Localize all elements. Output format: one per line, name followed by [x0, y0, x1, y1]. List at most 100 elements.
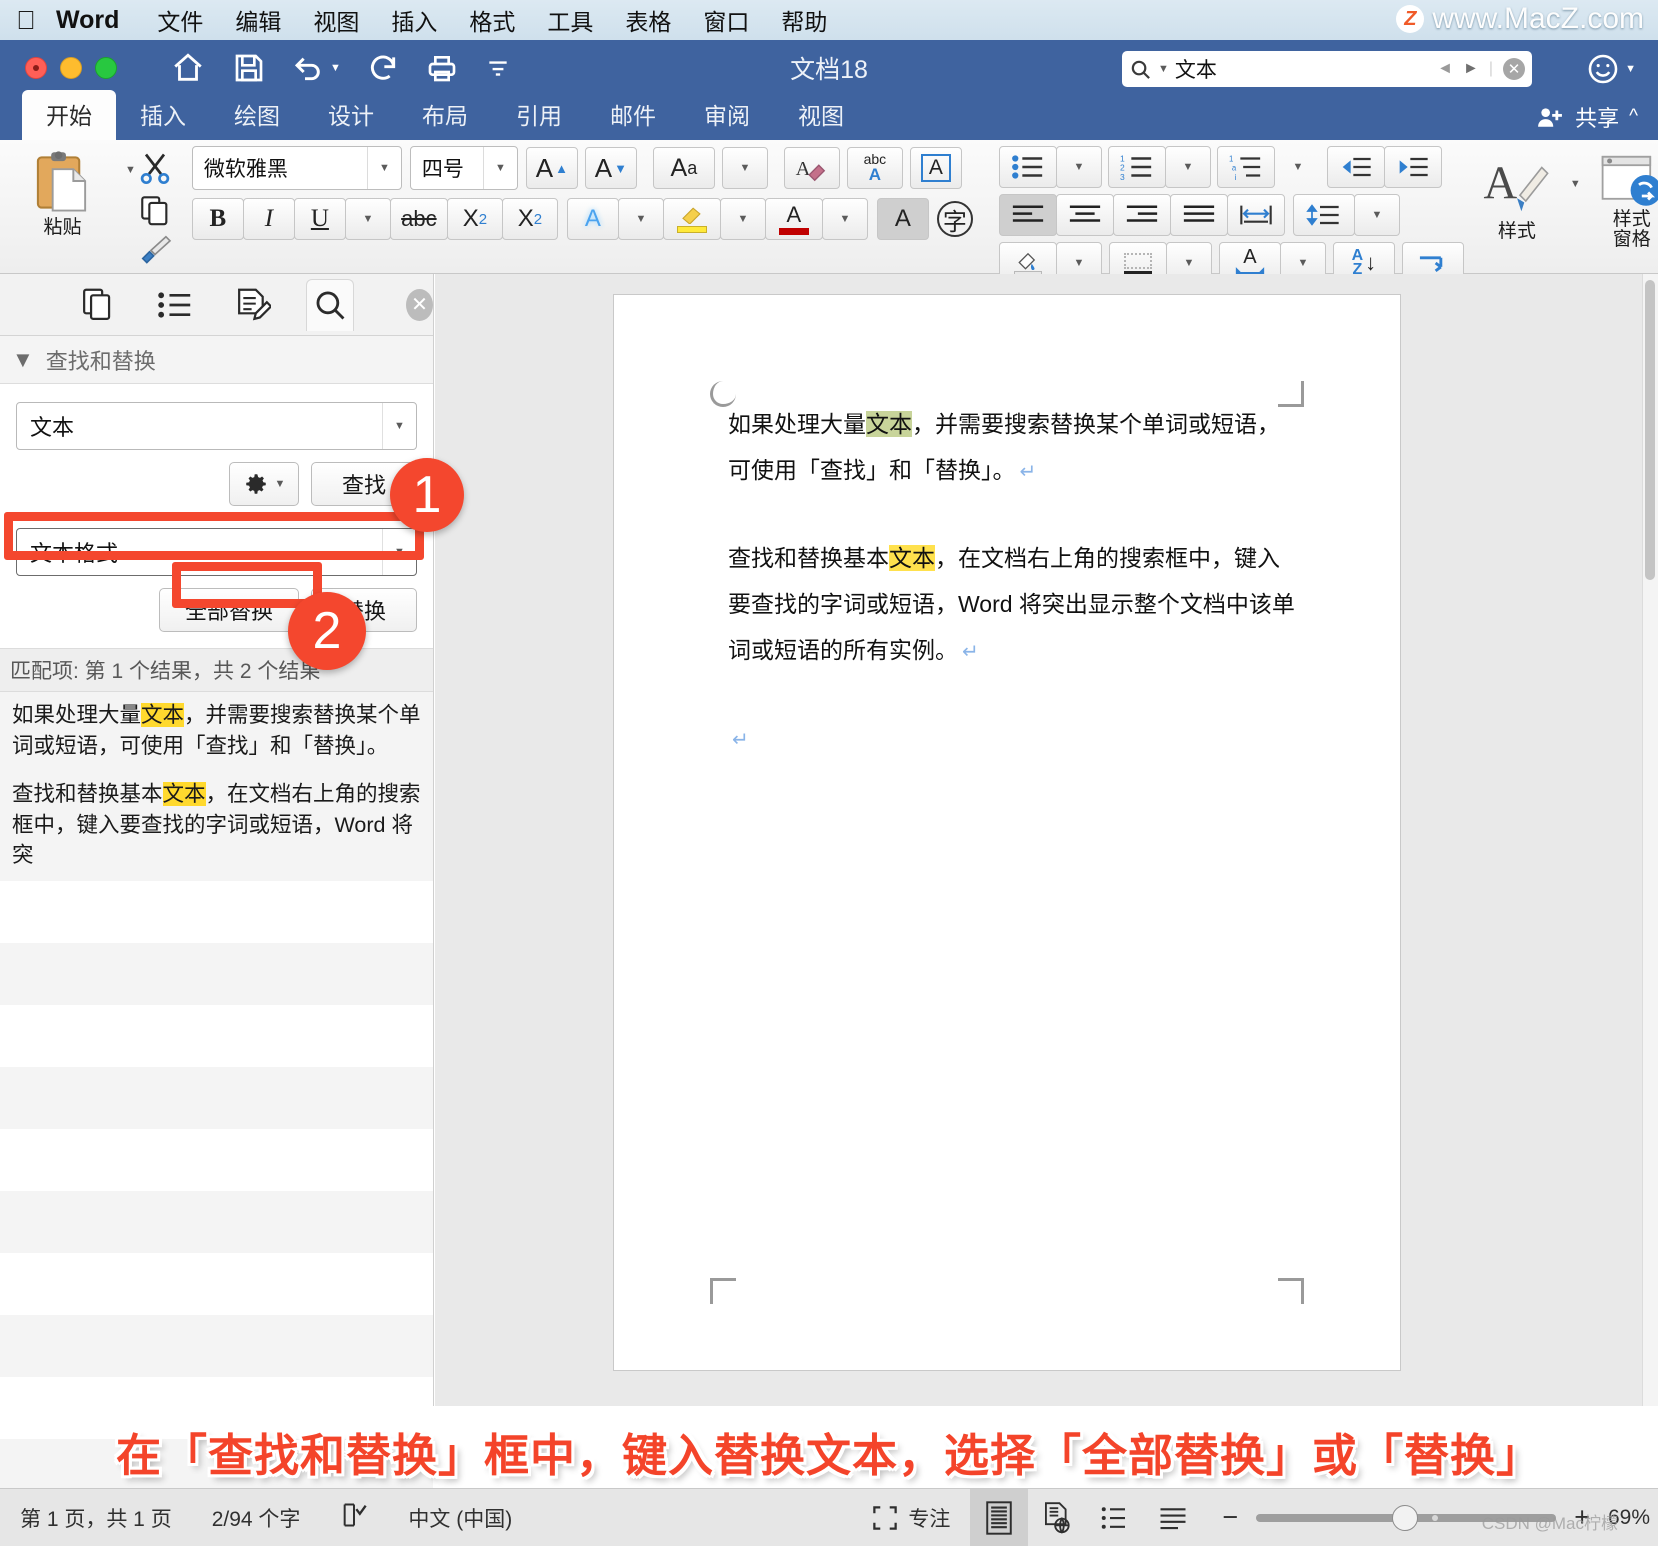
- find-settings-button[interactable]: ▼: [229, 462, 299, 506]
- italic-button[interactable]: I: [242, 198, 295, 240]
- search-next-icon[interactable]: ►: [1463, 60, 1479, 78]
- document-text-body[interactable]: 如果处理大量文本，并需要搜索替换某个单词或短语，可使用「查找」和「替换」。 ↵ 查…: [728, 401, 1296, 803]
- view-web-layout-button[interactable]: [1028, 1489, 1086, 1546]
- ribbon-tab-references[interactable]: 引用: [492, 90, 586, 140]
- ribbon-tab-insert[interactable]: 插入: [116, 90, 210, 140]
- font-family-chevron-icon[interactable]: ▼: [379, 162, 390, 174]
- change-case-button[interactable]: Aa: [652, 147, 715, 189]
- feedback-smiley-button[interactable]: ▼: [1586, 52, 1636, 86]
- align-center-button[interactable]: [1055, 194, 1114, 236]
- scrollbar-thumb[interactable]: [1645, 280, 1655, 580]
- shrink-font-button[interactable]: A ▼: [584, 147, 637, 189]
- menu-item-view[interactable]: 视图: [297, 3, 375, 37]
- redo-icon[interactable]: [367, 52, 399, 84]
- sidebar-tab-search[interactable]: [306, 278, 354, 331]
- change-case-chevron-icon[interactable]: ▼: [721, 147, 768, 189]
- focus-mode-button[interactable]: 专注: [852, 1503, 970, 1533]
- more-options-icon[interactable]: [485, 55, 511, 81]
- apple-logo-icon[interactable]: : [0, 7, 52, 33]
- line-spacing-button[interactable]: [1292, 194, 1355, 236]
- ribbon-tab-design[interactable]: 设计: [304, 90, 398, 140]
- find-input[interactable]: 文本 ▼: [16, 402, 417, 450]
- bullet-chevron-icon[interactable]: ▼: [1055, 146, 1102, 188]
- find-history-chevron-icon[interactable]: ▼: [394, 420, 405, 432]
- menu-item-insert[interactable]: 插入: [375, 3, 453, 37]
- bullet-list-button[interactable]: [998, 146, 1057, 188]
- document-paragraph-3[interactable]: ↵: [728, 715, 1296, 761]
- document-canvas[interactable]: 如果处理大量文本，并需要搜索替换某个单词或短语，可使用「查找」和「替换」。 ↵ 查…: [435, 274, 1658, 1406]
- close-window-button[interactable]: [25, 57, 47, 79]
- find-settings-chevron-icon[interactable]: ▼: [275, 478, 286, 490]
- search-scope-chevron-icon[interactable]: ▼: [1158, 63, 1169, 75]
- menu-item-window[interactable]: 窗口: [687, 3, 765, 37]
- font-family-combo[interactable]: 微软雅黑 ▼: [191, 146, 402, 190]
- minimize-window-button[interactable]: [60, 57, 82, 79]
- strikethrough-button[interactable]: abc: [389, 198, 448, 240]
- zoom-slider-knob[interactable]: [1392, 1504, 1419, 1531]
- document-paragraph-1[interactable]: 如果处理大量文本，并需要搜索替换某个单词或短语，可使用「查找」和「替换」。 ↵: [728, 401, 1296, 493]
- replace-input[interactable]: 文本格式 ▼: [16, 528, 417, 576]
- font-color-chevron-icon[interactable]: ▼: [821, 198, 868, 240]
- view-draft-button[interactable]: [1144, 1489, 1202, 1546]
- align-right-button[interactable]: [1112, 194, 1171, 236]
- sidebar-close-icon[interactable]: ✕: [405, 288, 434, 321]
- ribbon-tab-layout[interactable]: 布局: [398, 90, 492, 140]
- search-clear-icon[interactable]: ✕: [1503, 58, 1525, 80]
- text-box-button[interactable]: A: [909, 147, 962, 189]
- copy-button[interactable]: [137, 193, 173, 232]
- view-outline-button[interactable]: [1086, 1489, 1144, 1546]
- text-effects-chevron-icon[interactable]: ▼: [617, 198, 664, 240]
- grow-font-button[interactable]: A ▲: [525, 147, 578, 189]
- menu-item-help[interactable]: 帮助: [765, 3, 843, 37]
- underline-chevron-icon[interactable]: ▼: [344, 198, 391, 240]
- app-name-label[interactable]: Word: [52, 6, 141, 35]
- numbered-list-button[interactable]: 123: [1107, 146, 1166, 188]
- document-paragraph-2[interactable]: 查找和替换基本文本，在文档右上角的搜索框中，键入要查找的字词或短语，Word 将…: [728, 535, 1296, 673]
- font-size-combo[interactable]: 四号 ▼: [409, 146, 518, 190]
- ribbon-tab-mailings[interactable]: 邮件: [586, 90, 680, 140]
- proofing-icon[interactable]: [320, 1502, 388, 1534]
- search-prev-icon[interactable]: ◄: [1437, 60, 1453, 78]
- highlight-color-button[interactable]: [662, 198, 721, 240]
- numbered-chevron-icon[interactable]: ▼: [1164, 146, 1211, 188]
- justify-button[interactable]: [1169, 194, 1228, 236]
- format-painter-button[interactable]: [136, 234, 174, 269]
- align-left-button[interactable]: [998, 194, 1057, 236]
- list-item[interactable]: 如果处理大量文本，并需要搜索替换某个单词或短语，可使用「查找」和「替换」。: [0, 692, 433, 772]
- line-spacing-chevron-icon[interactable]: ▼: [1353, 194, 1400, 236]
- page-count-label[interactable]: 第 1 页，共 1 页: [0, 1503, 192, 1533]
- subscript-button[interactable]: X2: [446, 198, 503, 240]
- share-button-label[interactable]: 共享: [1575, 101, 1619, 133]
- styles-chevron-icon[interactable]: ▼: [1570, 178, 1581, 190]
- distribute-button[interactable]: [1226, 194, 1285, 236]
- multilevel-chevron-icon[interactable]: ▼: [1275, 146, 1321, 188]
- styles-pane-button[interactable]: 样式 窗格: [1599, 154, 1658, 250]
- decrease-indent-button[interactable]: [1326, 146, 1385, 188]
- ribbon-tab-draw[interactable]: 绘图: [210, 90, 304, 140]
- menu-item-tools[interactable]: 工具: [531, 3, 609, 37]
- list-item[interactable]: 查找和替换基本文本，在文档右上角的搜索框中，键入要查找的字词或短语，Word 将…: [0, 771, 433, 881]
- maximize-window-button[interactable]: [95, 57, 117, 79]
- language-label[interactable]: 中文 (中国): [388, 1503, 532, 1533]
- word-count-label[interactable]: 2/94 个字: [192, 1503, 321, 1533]
- smiley-chevron-icon[interactable]: ▼: [1625, 63, 1636, 75]
- replace-history-chevron-icon[interactable]: ▼: [394, 546, 405, 558]
- ribbon-collapse-icon[interactable]: ^: [1629, 106, 1638, 128]
- undo-icon[interactable]: ▼: [291, 52, 341, 84]
- print-icon[interactable]: [425, 52, 459, 84]
- cut-button[interactable]: [136, 150, 174, 191]
- document-page[interactable]: 如果处理大量文本，并需要搜索替换某个单词或短语，可使用「查找」和「替换」。 ↵ 查…: [613, 294, 1401, 1371]
- sidebar-tab-comments[interactable]: [229, 279, 276, 331]
- character-shading-button[interactable]: A: [876, 198, 929, 240]
- text-effects-button[interactable]: A: [566, 198, 619, 240]
- disclosure-triangle-icon[interactable]: ▼: [12, 347, 34, 373]
- view-print-layout-button[interactable]: [970, 1488, 1029, 1546]
- multilevel-list-button[interactable]: 1ai: [1216, 146, 1275, 188]
- underline-button[interactable]: U: [293, 198, 346, 240]
- asian-layout-button[interactable]: 字: [929, 198, 981, 240]
- ribbon-tab-home[interactable]: 开始: [22, 90, 116, 140]
- document-search-box[interactable]: ▼ 文本 ◄ ► | ✕: [1122, 51, 1532, 87]
- menu-item-format[interactable]: 格式: [453, 3, 531, 37]
- paste-chevron-icon[interactable]: ▼: [125, 164, 136, 176]
- find-replace-header[interactable]: ▼ 查找和替换: [0, 336, 433, 384]
